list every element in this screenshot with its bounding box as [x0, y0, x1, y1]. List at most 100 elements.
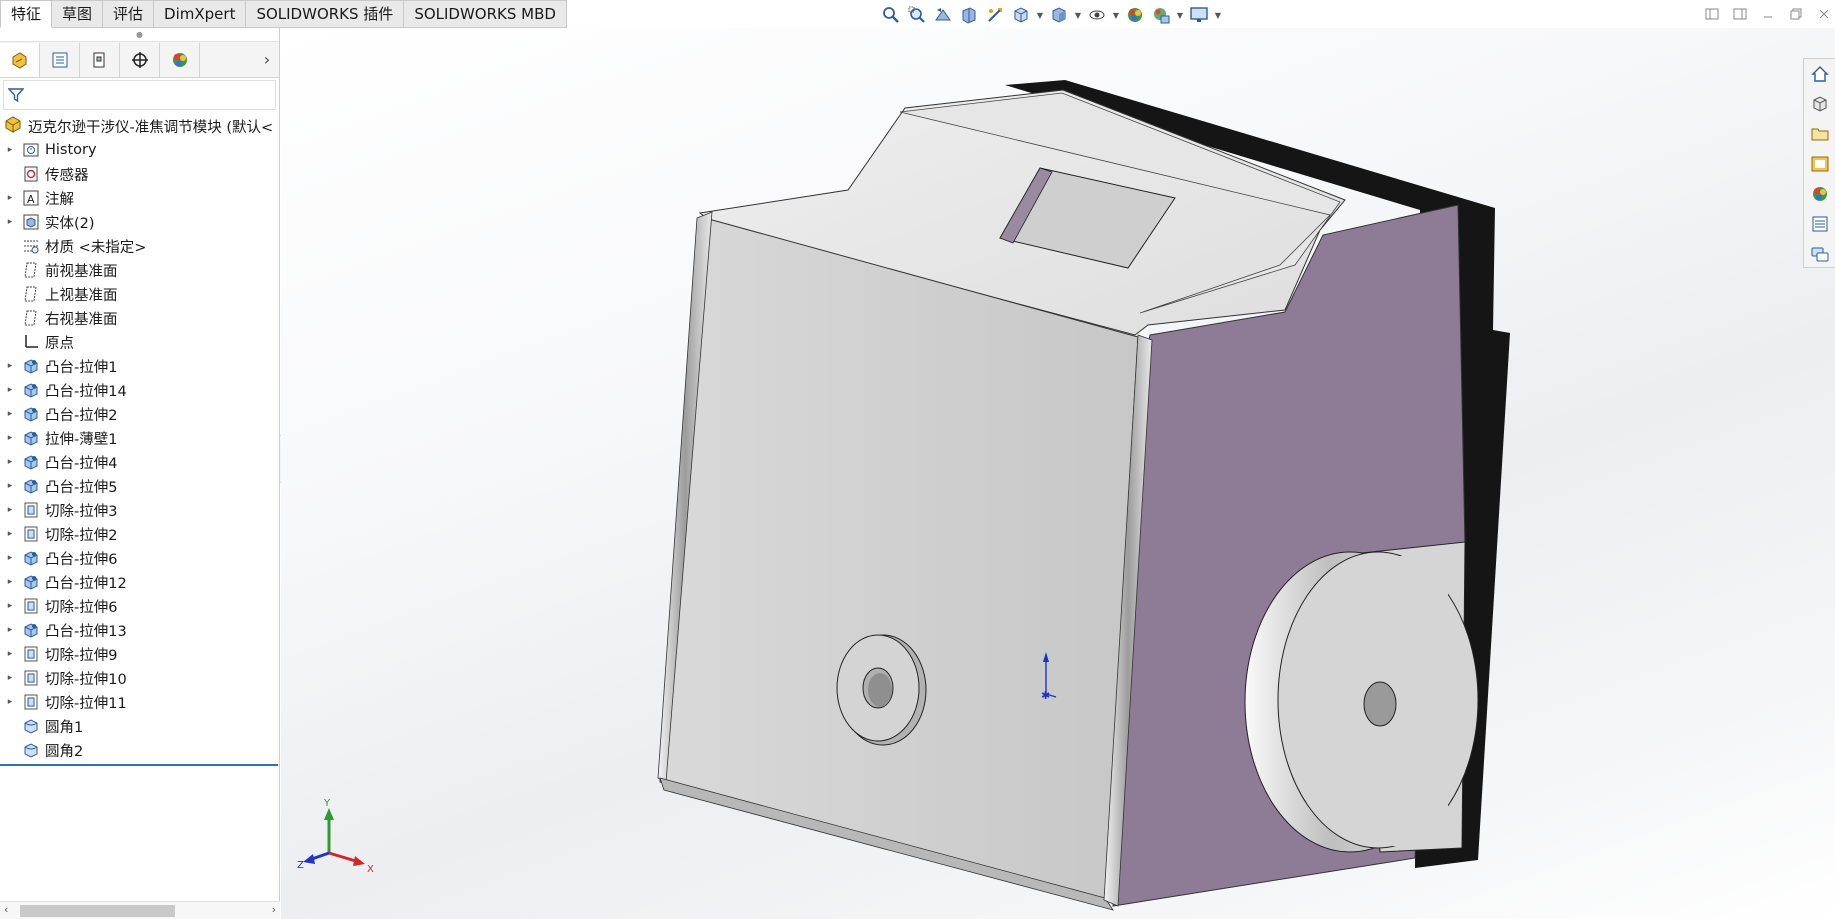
edit-appearance-icon[interactable]: [1124, 5, 1146, 25]
tree-node[interactable]: ▸ History: [0, 138, 279, 162]
tab-solidworks-mbd[interactable]: SOLIDWORKS MBD: [404, 0, 567, 28]
expand-arrow-icon[interactable]: ▸: [0, 193, 20, 203]
tree-node[interactable]: ▸ 切除-拉伸3: [0, 498, 279, 522]
tab-evaluate[interactable]: 评估: [103, 0, 155, 28]
tab-solidworks-addins[interactable]: SOLIDWORKS 插件: [246, 0, 405, 28]
file-explorer-icon[interactable]: [1809, 123, 1831, 145]
expand-arrow-icon[interactable]: ▸: [0, 145, 20, 155]
tree-node[interactable]: ▸ 切除-拉伸10: [0, 666, 279, 690]
expand-arrow-icon[interactable]: ▸: [0, 361, 20, 371]
tree-node-label: 切除-拉伸6: [45, 599, 118, 616]
plane-icon: [20, 260, 42, 280]
tree-node[interactable]: ▸ 实体(2): [0, 210, 279, 234]
command-manager-tabs: 特征 草图 评估 DimXpert SOLIDWORKS 插件 SOLIDWOR…: [0, 0, 567, 28]
close-icon[interactable]: [1813, 4, 1835, 24]
minimize-icon[interactable]: [1757, 4, 1779, 24]
tile-left-icon[interactable]: [1701, 4, 1723, 24]
tree-node[interactable]: ▸ 凸台-拉伸5: [0, 474, 279, 498]
tree-node[interactable]: 传感器: [0, 162, 279, 186]
tab-features[interactable]: 特征: [0, 0, 53, 28]
apply-scene-icon[interactable]: [1150, 5, 1172, 25]
tree-root-part[interactable]: 迈克尔逊干涉仪-准焦调节模块 (默认<: [0, 114, 279, 138]
custom-properties-icon[interactable]: [1809, 213, 1831, 235]
tree-node[interactable]: ▸ 凸台-拉伸6: [0, 546, 279, 570]
view-orientation-icon[interactable]: [1010, 5, 1032, 25]
expand-arrow-icon[interactable]: ▸: [0, 697, 20, 707]
expand-arrow-icon[interactable]: ▸: [0, 649, 20, 659]
panel-grip-icon[interactable]: ●: [0, 28, 279, 42]
tree-node[interactable]: 材质 <未指定>: [0, 234, 279, 258]
view-orientation-dropdown-icon[interactable]: ▼: [1036, 5, 1044, 25]
section-view-icon[interactable]: [958, 5, 980, 25]
tree-node[interactable]: 前视基准面: [0, 258, 279, 282]
tree-node[interactable]: 圆角1: [0, 714, 279, 738]
tab-dimxpert[interactable]: DimXpert: [154, 0, 247, 28]
tree-node[interactable]: ▸ 凸台-拉伸1: [0, 354, 279, 378]
tree-node[interactable]: ▸ 凸台-拉伸14: [0, 378, 279, 402]
tree-node[interactable]: ▸ 切除-拉伸6: [0, 594, 279, 618]
expand-arrow-icon[interactable]: ▸: [0, 385, 20, 395]
zoom-to-area-icon[interactable]: [906, 5, 928, 25]
expand-arrow-icon[interactable]: ▸: [0, 601, 20, 611]
home-icon[interactable]: [1809, 63, 1831, 85]
scroll-left-icon[interactable]: ‹: [4, 903, 8, 916]
view-settings-dropdown-icon[interactable]: ▼: [1214, 5, 1222, 25]
scroll-thumb[interactable]: [20, 905, 175, 917]
tree-node[interactable]: ▸ A 注解: [0, 186, 279, 210]
svg-text:✱: ✱: [1041, 689, 1050, 702]
tab-sketch[interactable]: 草图: [52, 0, 104, 28]
tree-node[interactable]: 上视基准面: [0, 282, 279, 306]
hide-show-items-icon[interactable]: [1086, 5, 1108, 25]
tree-node[interactable]: 右视基准面: [0, 306, 279, 330]
display-style-icon[interactable]: [1048, 5, 1070, 25]
dynamic-annotation-icon[interactable]: [984, 5, 1006, 25]
more-tabs-chevron-icon[interactable]: ›: [255, 50, 279, 69]
tree-node[interactable]: ▸ 切除-拉伸9: [0, 642, 279, 666]
expand-arrow-icon[interactable]: ▸: [0, 553, 20, 563]
tree-node-label: 传感器: [45, 167, 89, 184]
configuration-manager-tab[interactable]: [80, 42, 120, 77]
solidworks-forum-icon[interactable]: [1809, 243, 1831, 265]
previous-view-icon[interactable]: [932, 5, 954, 25]
expand-arrow-icon[interactable]: ▸: [0, 217, 20, 227]
tree-horizontal-scrollbar[interactable]: ‹ ›: [0, 901, 280, 919]
expand-arrow-icon[interactable]: ▸: [0, 433, 20, 443]
restore-icon[interactable]: [1785, 4, 1807, 24]
tree-node[interactable]: ▸ 凸台-拉伸12: [0, 570, 279, 594]
hide-show-dropdown-icon[interactable]: ▼: [1112, 5, 1120, 25]
display-style-dropdown-icon[interactable]: ▼: [1074, 5, 1082, 25]
tree-node-label: 右视基准面: [45, 311, 118, 328]
expand-arrow-icon[interactable]: ▸: [0, 577, 20, 587]
tree-node[interactable]: ▸ 凸台-拉伸2: [0, 402, 279, 426]
tree-node[interactable]: ▸ 切除-拉伸2: [0, 522, 279, 546]
tile-right-icon[interactable]: [1729, 4, 1751, 24]
part-model[interactable]: ✱: [281, 28, 1835, 919]
graphics-area[interactable]: ✱ Y X Z: [281, 28, 1835, 919]
feature-manager-tree-tab[interactable]: [0, 42, 40, 77]
display-manager-tab[interactable]: [160, 42, 200, 77]
view-settings-icon[interactable]: [1188, 5, 1210, 25]
scroll-right-icon[interactable]: ›: [272, 903, 276, 916]
expand-arrow-icon[interactable]: ▸: [0, 409, 20, 419]
dimxpert-manager-tab[interactable]: [120, 42, 160, 77]
tree-node[interactable]: 圆角2: [0, 738, 279, 762]
tree-node[interactable]: ▸ 凸台-拉伸4: [0, 450, 279, 474]
appearances-scenes-icon[interactable]: [1809, 183, 1831, 205]
expand-arrow-icon[interactable]: ▸: [0, 529, 20, 539]
tree-node[interactable]: ▸ 拉伸-薄壁1: [0, 426, 279, 450]
property-manager-tab[interactable]: [40, 42, 80, 77]
zoom-to-fit-icon[interactable]: [880, 5, 902, 25]
expand-arrow-icon[interactable]: ▸: [0, 625, 20, 635]
view-palette-icon[interactable]: [1809, 153, 1831, 175]
expand-arrow-icon[interactable]: ▸: [0, 673, 20, 683]
tree-filter[interactable]: [3, 80, 276, 110]
tree-node[interactable]: ▸ 凸台-拉伸13: [0, 618, 279, 642]
tree-node[interactable]: 原点: [0, 330, 279, 354]
tree-node[interactable]: ▸ 切除-拉伸11: [0, 690, 279, 714]
expand-arrow-icon[interactable]: ▸: [0, 457, 20, 467]
rollback-bar[interactable]: [0, 764, 278, 766]
apply-scene-dropdown-icon[interactable]: ▼: [1176, 5, 1184, 25]
expand-arrow-icon[interactable]: ▸: [0, 481, 20, 491]
expand-arrow-icon[interactable]: ▸: [0, 505, 20, 515]
design-library-icon[interactable]: [1809, 93, 1831, 115]
